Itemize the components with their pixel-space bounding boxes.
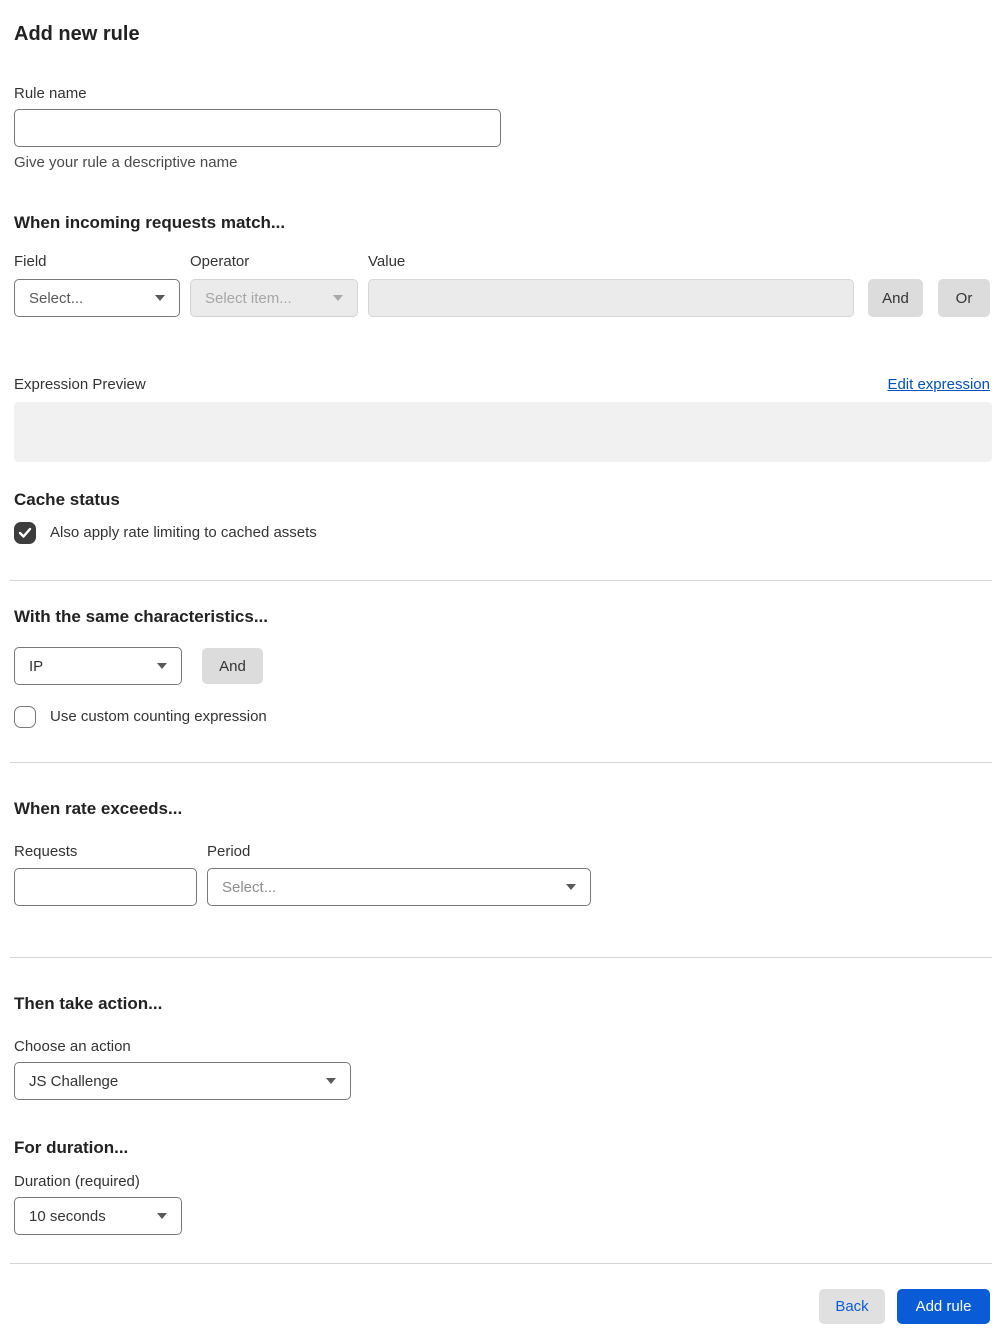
duration-label: Duration (required)	[14, 1173, 140, 1190]
cache-status-heading: Cache status	[14, 490, 120, 509]
add-rule-form: Add new rule Rule name Give your rule a …	[0, 0, 1002, 1337]
duration-select-value: 10 seconds	[29, 1207, 106, 1225]
cache-status-checkbox-label: Also apply rate limiting to cached asset…	[50, 524, 317, 541]
operator-select-placeholder: Select item...	[205, 289, 292, 307]
characteristics-heading: With the same characteristics...	[14, 607, 269, 626]
operator-label: Operator	[190, 253, 250, 270]
duration-select[interactable]: 10 seconds	[14, 1197, 182, 1235]
edit-expression-link[interactable]: Edit expression	[887, 375, 990, 395]
characteristics-and-button[interactable]: And	[202, 648, 263, 684]
chevron-down-icon	[333, 295, 343, 301]
chevron-down-icon	[566, 884, 576, 890]
expression-preview-box	[14, 402, 992, 462]
chevron-down-icon	[157, 1213, 167, 1219]
characteristic-select[interactable]: IP	[14, 647, 182, 685]
period-select-placeholder: Select...	[222, 878, 277, 896]
period-label: Period	[207, 843, 251, 860]
field-select[interactable]: Select...	[14, 279, 180, 317]
rule-name-input[interactable]	[14, 109, 501, 147]
period-select[interactable]: Select...	[207, 868, 591, 906]
custom-counting-checkbox-label: Use custom counting expression	[50, 708, 267, 725]
section-divider	[10, 580, 992, 581]
requests-input[interactable]	[14, 868, 197, 906]
checkmark-icon	[18, 527, 32, 538]
action-heading: Then take action...	[14, 994, 163, 1013]
chevron-down-icon	[155, 295, 165, 301]
value-label: Value	[368, 253, 406, 270]
rule-name-label: Rule name	[14, 85, 87, 102]
custom-counting-checkbox[interactable]	[14, 706, 36, 728]
add-rule-button[interactable]: Add rule	[897, 1289, 990, 1324]
action-select[interactable]: JS Challenge	[14, 1062, 351, 1100]
duration-heading: For duration...	[14, 1138, 129, 1157]
rate-heading: When rate exceeds...	[14, 799, 183, 818]
back-button[interactable]: Back	[819, 1289, 885, 1324]
chevron-down-icon	[157, 663, 167, 669]
or-button[interactable]: Or	[938, 279, 990, 317]
footer-divider	[10, 1263, 992, 1264]
field-select-placeholder: Select...	[29, 289, 84, 307]
requests-label: Requests	[14, 843, 78, 860]
value-input	[368, 279, 854, 317]
page-title: Add new rule	[14, 23, 140, 45]
and-button[interactable]: And	[868, 279, 923, 317]
field-label: Field	[14, 253, 47, 270]
section-divider	[10, 957, 992, 958]
action-label: Choose an action	[14, 1038, 131, 1055]
section-divider	[10, 762, 992, 763]
action-select-value: JS Challenge	[29, 1072, 119, 1090]
match-section-heading: When incoming requests match...	[14, 213, 286, 232]
expression-preview-label: Expression Preview	[14, 376, 146, 393]
characteristic-select-value: IP	[29, 657, 44, 675]
operator-select: Select item...	[190, 279, 358, 317]
rule-name-helper: Give your rule a descriptive name	[14, 154, 238, 171]
chevron-down-icon	[326, 1078, 336, 1084]
cache-status-checkbox[interactable]	[14, 522, 36, 544]
